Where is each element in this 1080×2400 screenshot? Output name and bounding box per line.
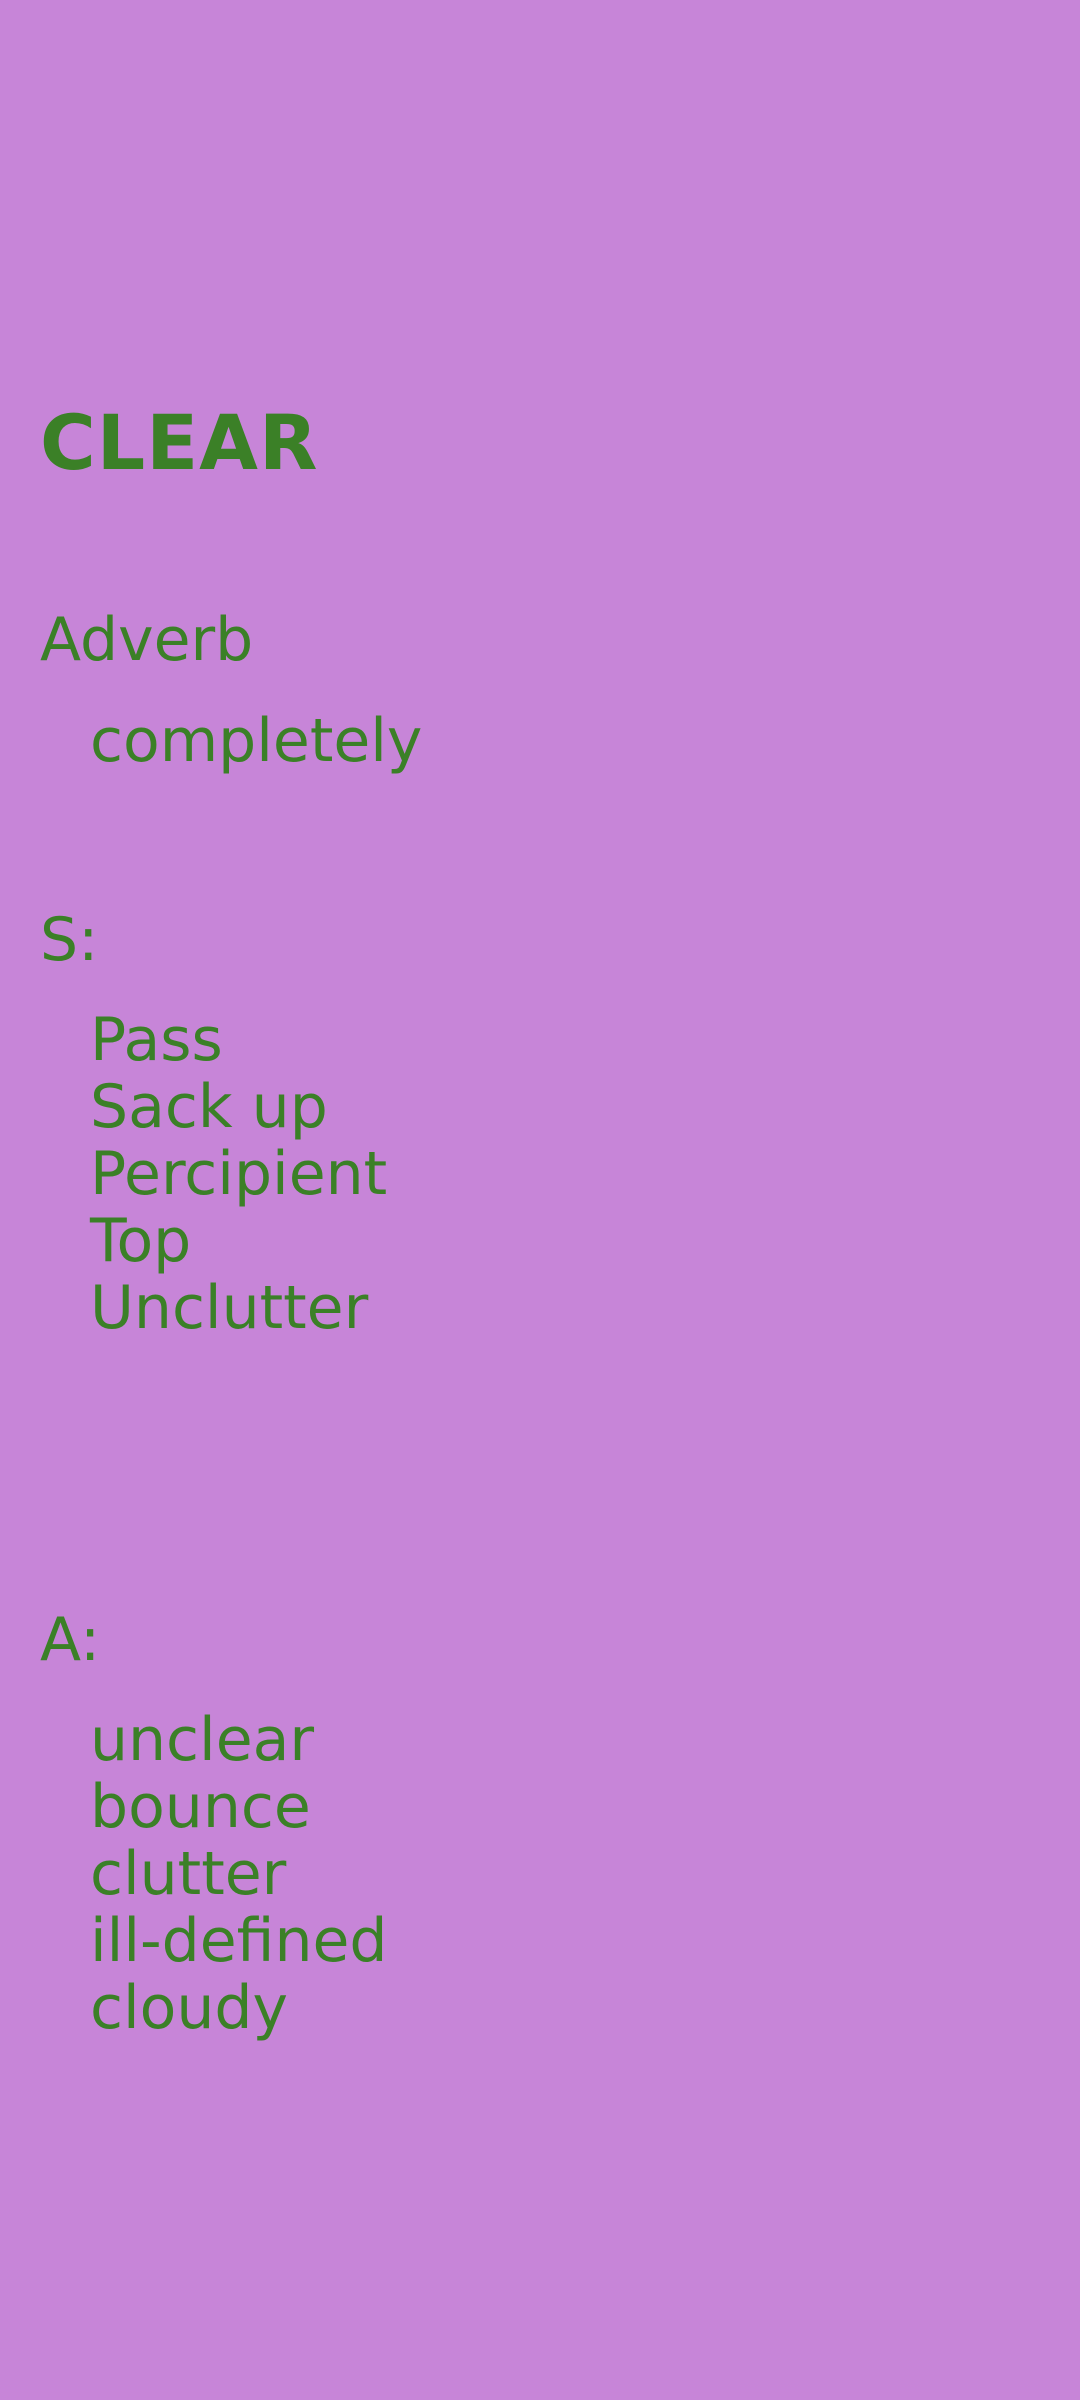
antonyms-label: A: (40, 1605, 101, 1675)
synonym-item: Sack up (90, 1072, 328, 1142)
synonym-item: Top (90, 1206, 192, 1276)
synonym-item: Percipient (90, 1139, 388, 1209)
definition-item: completely (90, 706, 423, 776)
synonym-item: Pass (90, 1005, 223, 1075)
part-of-speech-label: Adverb (40, 605, 254, 675)
antonym-item: clutter (90, 1839, 287, 1909)
word-title: CLEAR (40, 398, 319, 487)
antonym-item: bounce (90, 1772, 311, 1842)
definition-list: completely (90, 708, 422, 775)
antonym-item: cloudy (90, 1973, 288, 2043)
synonym-item: Unclutter (90, 1273, 369, 1343)
antonym-item: unclear (90, 1705, 315, 1775)
antonym-list: unclear bounce clutter ill-defined cloud… (90, 1707, 387, 2042)
antonym-item: ill-defined (90, 1906, 388, 1976)
synonyms-label: S: (40, 905, 99, 975)
synonym-list: Pass Sack up Percipient Top Unclutter (90, 1007, 387, 1342)
